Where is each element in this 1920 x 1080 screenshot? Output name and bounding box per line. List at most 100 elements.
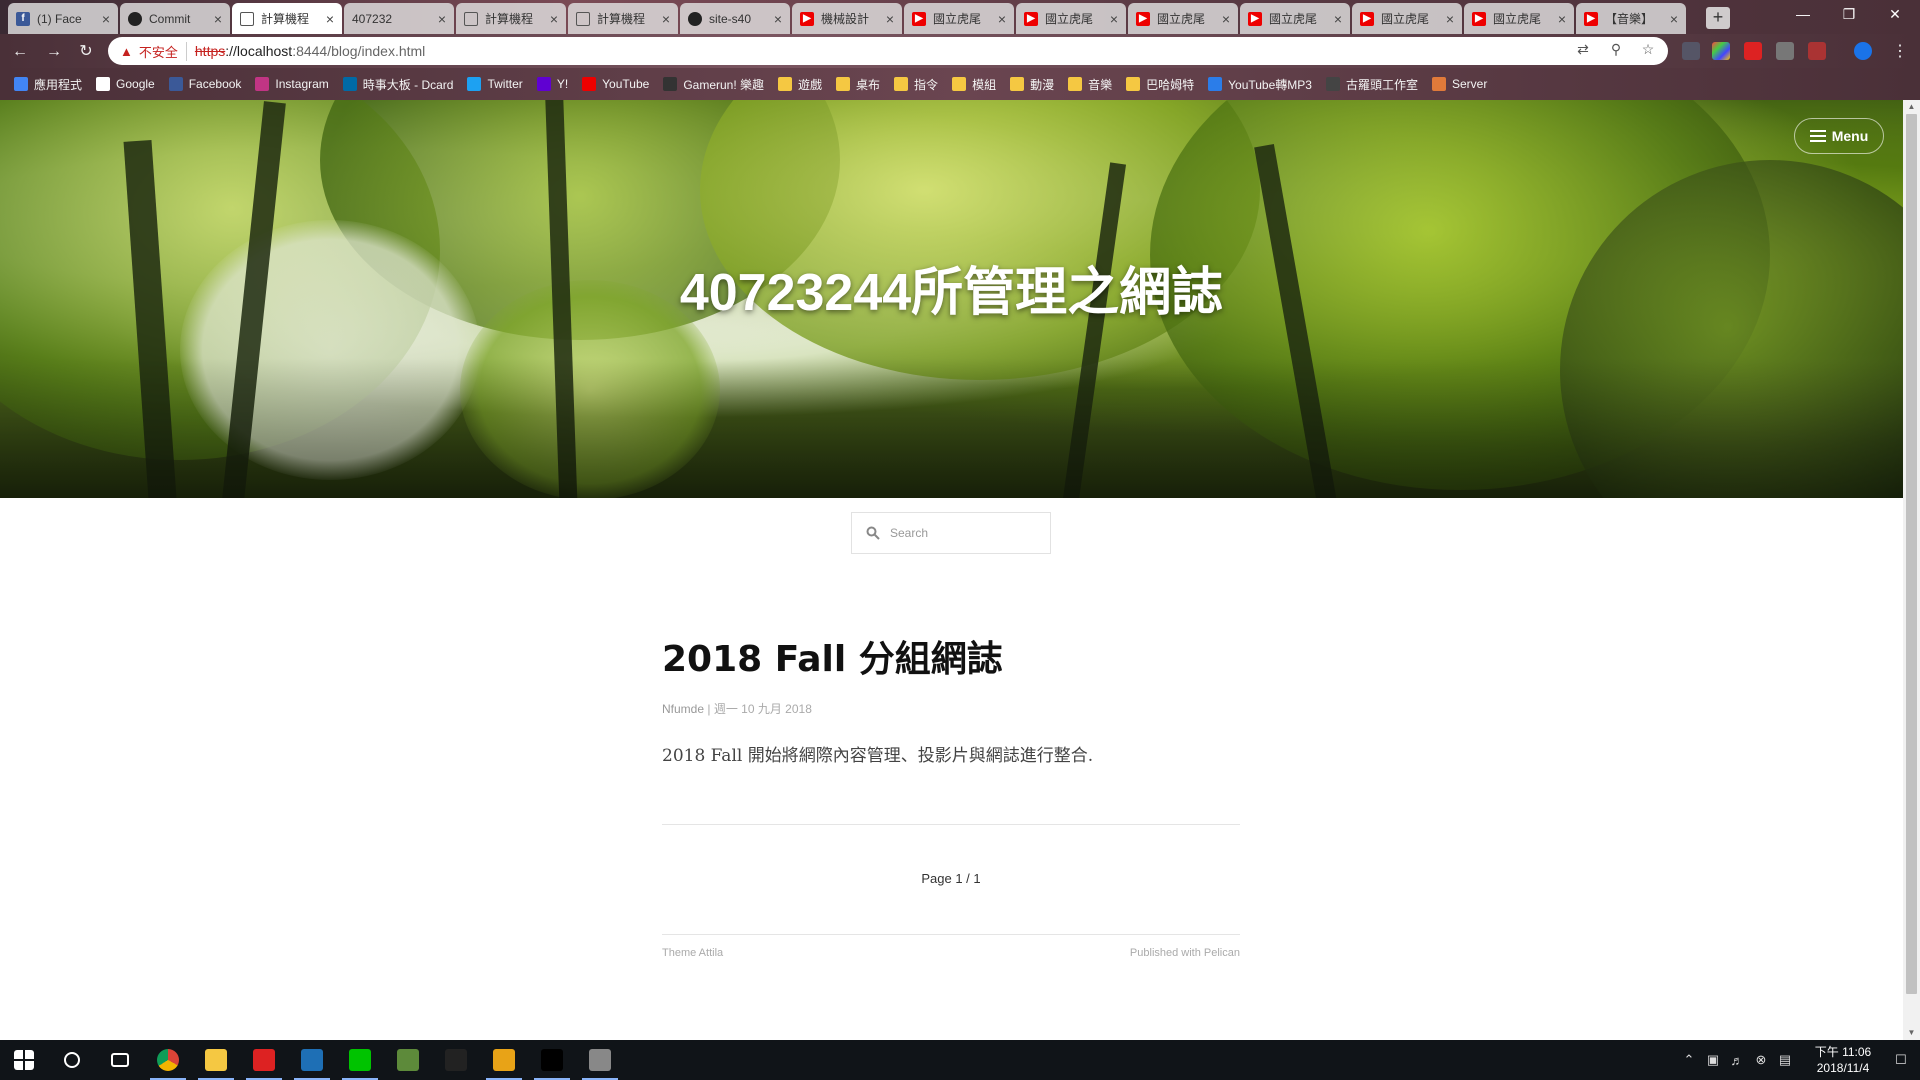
browser-tab[interactable]: f (1) Face × bbox=[8, 3, 118, 34]
browser-tab[interactable]: ▶ 國立虎尾 × bbox=[904, 3, 1014, 34]
browser-tab[interactable]: ▶ 國立虎尾 × bbox=[1352, 3, 1462, 34]
bookmark-item[interactable]: YouTube轉MP3 bbox=[1208, 76, 1312, 93]
bookmark-item[interactable]: 巴哈姆特 bbox=[1126, 76, 1194, 93]
notification-icon[interactable]: ☐ bbox=[1890, 1052, 1912, 1068]
browser-tab[interactable]: ▶ 國立虎尾 × bbox=[1128, 3, 1238, 34]
menu-button[interactable]: Menu bbox=[1794, 118, 1884, 154]
browser-tab[interactable]: ▶ 機械設計 × bbox=[792, 3, 902, 34]
bookmark-item[interactable]: YouTube bbox=[582, 77, 649, 91]
minimize-button[interactable]: — bbox=[1780, 0, 1826, 30]
close-tab-icon[interactable]: × bbox=[102, 11, 110, 27]
extension-icon[interactable] bbox=[1776, 42, 1794, 60]
translate-icon[interactable]: ⇄ bbox=[1574, 40, 1592, 58]
close-tab-icon[interactable]: × bbox=[774, 11, 782, 27]
restore-button[interactable]: ❐ bbox=[1826, 0, 1872, 30]
bookmark-item[interactable]: Twitter bbox=[467, 77, 523, 91]
back-icon[interactable]: ← bbox=[10, 42, 30, 62]
more-menu-icon[interactable]: ⋮ bbox=[1890, 42, 1910, 62]
close-tab-icon[interactable]: × bbox=[1558, 11, 1566, 27]
bookmark-item[interactable]: 遊戲 bbox=[778, 76, 822, 93]
extension-icon[interactable] bbox=[1744, 42, 1762, 60]
close-tab-icon[interactable]: × bbox=[1334, 11, 1342, 27]
close-tab-icon[interactable]: × bbox=[214, 11, 222, 27]
close-tab-icon[interactable]: × bbox=[998, 11, 1006, 27]
browser-tab[interactable]: Commit × bbox=[120, 3, 230, 34]
bookmark-item[interactable]: 桌布 bbox=[836, 76, 880, 93]
close-tab-icon[interactable]: × bbox=[1670, 11, 1678, 27]
network-icon[interactable]: ▣ bbox=[1702, 1052, 1724, 1068]
extension-icon[interactable] bbox=[1712, 42, 1730, 60]
cmd-taskbar-button[interactable] bbox=[528, 1040, 576, 1080]
close-tab-icon[interactable]: × bbox=[1446, 11, 1454, 27]
volume-icon[interactable]: ♬ bbox=[1726, 1053, 1748, 1068]
bookmark-item[interactable]: 模組 bbox=[952, 76, 996, 93]
browser-tab[interactable]: ▶ 國立虎尾 × bbox=[1240, 3, 1350, 34]
close-tab-icon[interactable]: × bbox=[1222, 11, 1230, 27]
bookmark-item[interactable]: 應用程式 bbox=[14, 76, 82, 93]
close-tab-icon[interactable]: × bbox=[1110, 11, 1118, 27]
input-method-icon[interactable]: ⊗ bbox=[1750, 1052, 1772, 1068]
search-input[interactable]: Search bbox=[851, 512, 1051, 554]
autodesk-taskbar-button[interactable] bbox=[480, 1040, 528, 1080]
nox-taskbar-button[interactable] bbox=[432, 1040, 480, 1080]
browser-tab[interactable]: site-s40 × bbox=[680, 3, 790, 34]
scrollbar-thumb[interactable] bbox=[1906, 114, 1917, 994]
post-title[interactable]: 2018 Fall 分組網誌 bbox=[662, 630, 1242, 682]
file-explorer-taskbar-button[interactable] bbox=[192, 1040, 240, 1080]
post-author[interactable]: Nfumde bbox=[662, 702, 704, 716]
chevron-up-icon[interactable]: ⌃ bbox=[1678, 1052, 1700, 1068]
bookmark-item[interactable]: Instagram bbox=[255, 77, 329, 91]
browser-tab[interactable]: 計算機程 × bbox=[232, 3, 342, 34]
bookmark-item[interactable]: Gamerun! 樂趣 bbox=[663, 76, 764, 93]
vertical-scrollbar[interactable]: ▲ ▼ bbox=[1903, 100, 1920, 1040]
task-view-taskbar-button[interactable] bbox=[96, 1040, 144, 1080]
scroll-down-icon[interactable]: ▼ bbox=[1903, 1026, 1920, 1040]
document-icon bbox=[576, 11, 590, 26]
close-tab-icon[interactable]: × bbox=[438, 11, 446, 27]
browser-tab[interactable]: ▶ 【音樂】 × bbox=[1576, 3, 1686, 34]
forward-icon[interactable]: → bbox=[44, 42, 64, 62]
close-tab-icon[interactable]: × bbox=[662, 11, 670, 27]
reload-icon[interactable]: ↻ bbox=[76, 42, 96, 62]
garena-taskbar-button[interactable] bbox=[240, 1040, 288, 1080]
bookmark-item[interactable]: 指令 bbox=[894, 76, 938, 93]
browser-tab[interactable]: 計算機程 × bbox=[456, 3, 566, 34]
new-tab-button[interactable]: + bbox=[1706, 7, 1730, 29]
bookmark-item[interactable]: 時事大板 - Dcard bbox=[342, 76, 453, 93]
browser-tab[interactable]: ▶ 國立虎尾 × bbox=[1464, 3, 1574, 34]
bookmark-item[interactable]: Facebook bbox=[168, 77, 241, 91]
footer-published-link[interactable]: Published with Pelican bbox=[1040, 947, 1240, 959]
extension-icon[interactable] bbox=[1682, 42, 1700, 60]
keyboard-icon[interactable]: ▤ bbox=[1774, 1052, 1796, 1068]
close-tab-icon[interactable]: × bbox=[550, 11, 558, 27]
bookmark-item[interactable]: Google bbox=[96, 77, 155, 91]
security-label[interactable]: 不安全 bbox=[139, 41, 187, 61]
site-title[interactable]: 40723244所管理之網誌 bbox=[0, 250, 1903, 325]
address-bar[interactable]: ▲ 不安全 https://localhost:8444/blog/index.… bbox=[108, 37, 1668, 65]
chrome-taskbar-button[interactable] bbox=[144, 1040, 192, 1080]
bookmark-item[interactable]: 音樂 bbox=[1068, 76, 1112, 93]
inventor-taskbar-button[interactable] bbox=[288, 1040, 336, 1080]
line-taskbar-button[interactable] bbox=[336, 1040, 384, 1080]
app-taskbar-button[interactable] bbox=[576, 1040, 624, 1080]
close-tab-icon[interactable]: × bbox=[326, 11, 334, 27]
bookmark-item[interactable]: 古羅頭工作室 bbox=[1325, 76, 1418, 93]
close-window-button[interactable]: ✕ bbox=[1872, 0, 1918, 30]
bookmark-star-icon[interactable]: ☆ bbox=[1639, 40, 1657, 58]
browser-tab[interactable]: 計算機程 × bbox=[568, 3, 678, 34]
bookmark-item[interactable]: 動漫 bbox=[1010, 76, 1054, 93]
start-taskbar-button[interactable] bbox=[0, 1040, 48, 1080]
minecraft-taskbar-button[interactable] bbox=[384, 1040, 432, 1080]
search-taskbar-button[interactable] bbox=[48, 1040, 96, 1080]
bookmark-item[interactable]: Server bbox=[1431, 77, 1487, 91]
profile-avatar[interactable] bbox=[1854, 42, 1872, 60]
clock[interactable]: 下午 11:06 2018/11/4 bbox=[1803, 1044, 1883, 1076]
browser-tab[interactable]: ▶ 國立虎尾 × bbox=[1016, 3, 1126, 34]
extension-icon[interactable] bbox=[1808, 42, 1826, 60]
browser-tab[interactable]: 407232 × bbox=[344, 3, 454, 34]
bookmark-item[interactable]: Y! bbox=[536, 77, 568, 91]
scroll-up-icon[interactable]: ▲ bbox=[1903, 100, 1920, 114]
close-tab-icon[interactable]: × bbox=[886, 11, 894, 27]
zoom-icon[interactable]: ⚲ bbox=[1607, 40, 1625, 58]
footer-theme-link[interactable]: Theme Attila bbox=[662, 947, 723, 959]
